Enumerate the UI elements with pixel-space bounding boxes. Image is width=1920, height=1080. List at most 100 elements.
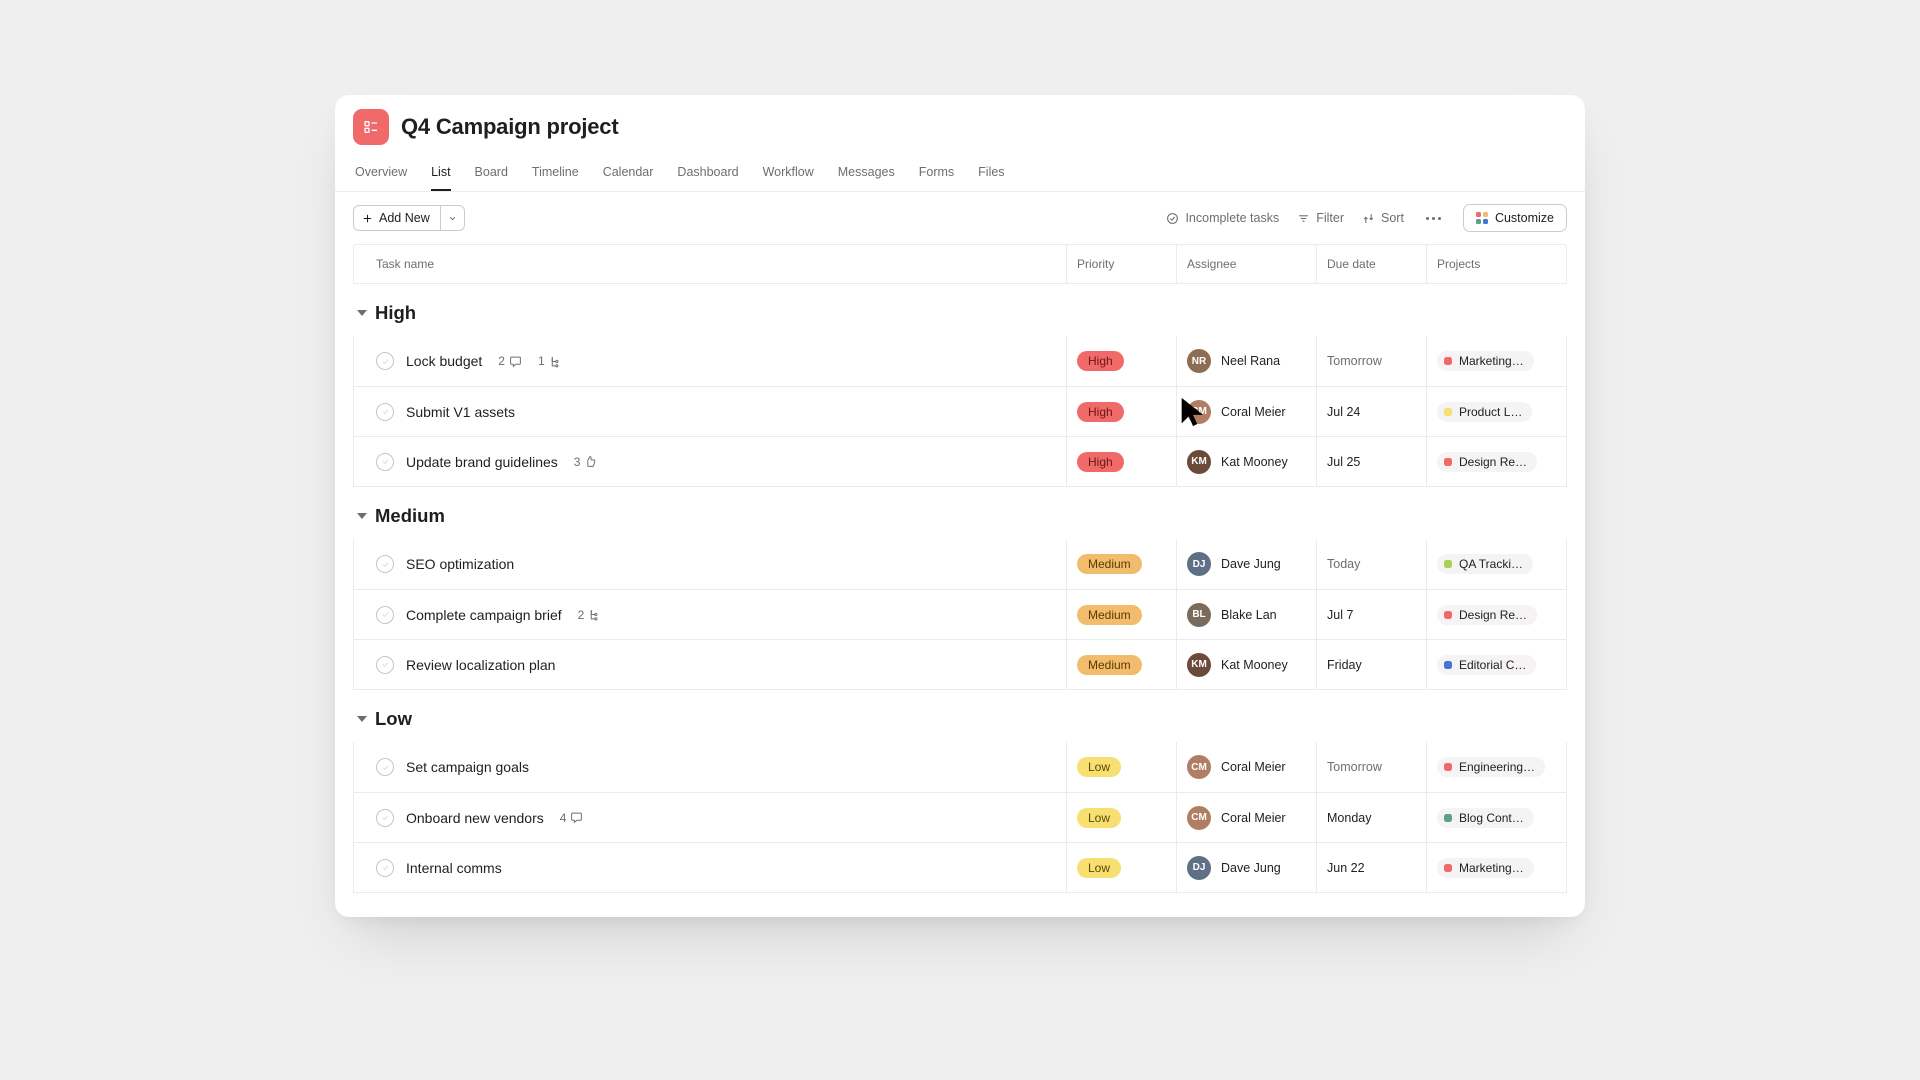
table-row[interactable]: Internal commsLowDJDave JungJun 22Market… [354, 842, 1566, 892]
project-chip[interactable]: Editorial C… [1437, 655, 1536, 675]
complete-checkbox[interactable] [376, 352, 394, 370]
project-chip[interactable]: Design Re… [1437, 605, 1537, 625]
chevron-down-icon [448, 214, 457, 223]
due-date[interactable]: Tomorrow [1316, 742, 1426, 792]
tab-files[interactable]: Files [978, 159, 1004, 191]
due-date[interactable]: Tomorrow [1316, 336, 1426, 386]
incomplete-tasks-filter[interactable]: Incomplete tasks [1166, 211, 1279, 225]
group-header-low[interactable]: Low [353, 690, 1567, 742]
priority-pill[interactable]: Low [1077, 757, 1121, 777]
avatar[interactable]: DJ [1187, 552, 1211, 576]
table-row[interactable]: SEO optimizationMediumDJDave JungTodayQA… [354, 539, 1566, 589]
assignee-name: Dave Jung [1221, 557, 1281, 571]
cursor-icon [1178, 395, 1208, 429]
priority-pill[interactable]: Medium [1077, 655, 1142, 675]
due-date[interactable]: Jun 22 [1316, 843, 1426, 892]
col-projects[interactable]: Projects [1426, 245, 1566, 283]
project-chip[interactable]: Marketing… [1437, 858, 1534, 878]
complete-checkbox[interactable] [376, 656, 394, 674]
complete-checkbox[interactable] [376, 453, 394, 471]
project-color-dot [1444, 458, 1452, 466]
tab-board[interactable]: Board [475, 159, 508, 191]
customize-button[interactable]: Customize [1463, 204, 1567, 232]
project-name: Marketing… [1459, 354, 1524, 368]
table-row[interactable]: Submit V1 assetsHighCMCoral MeierJul 24P… [354, 386, 1566, 436]
project-chip[interactable]: Blog Cont… [1437, 808, 1534, 828]
priority-pill[interactable]: Medium [1077, 605, 1142, 625]
tab-dashboard[interactable]: Dashboard [677, 159, 738, 191]
project-name: Engineering… [1459, 760, 1535, 774]
col-task[interactable]: Task name [354, 245, 1066, 283]
avatar[interactable]: CM [1187, 806, 1211, 830]
due-date[interactable]: Monday [1316, 793, 1426, 842]
project-chip[interactable]: QA Tracki… [1437, 554, 1533, 574]
col-due[interactable]: Due date [1316, 245, 1426, 283]
table-row[interactable]: Lock budget2 1 HighNRNeel RanaTomorrowMa… [354, 336, 1566, 386]
col-assignee[interactable]: Assignee [1176, 245, 1316, 283]
avatar[interactable]: KM [1187, 653, 1211, 677]
tab-calendar[interactable]: Calendar [603, 159, 654, 191]
task-name: Onboard new vendors [406, 810, 544, 826]
avatar[interactable]: CM [1187, 755, 1211, 779]
complete-checkbox[interactable] [376, 606, 394, 624]
tab-timeline[interactable]: Timeline [532, 159, 579, 191]
complete-checkbox[interactable] [376, 758, 394, 776]
group-name: Low [375, 708, 412, 730]
complete-checkbox[interactable] [376, 555, 394, 573]
add-new-button[interactable]: Add New [353, 205, 441, 231]
more-menu-icon[interactable] [1422, 213, 1445, 224]
complete-checkbox[interactable] [376, 809, 394, 827]
table-row[interactable]: Review localization planMediumKMKat Moon… [354, 639, 1566, 689]
project-name: Marketing… [1459, 861, 1524, 875]
priority-pill[interactable]: Medium [1077, 554, 1142, 574]
app-window: Q4 Campaign project OverviewListBoardTim… [335, 95, 1585, 917]
tab-forms[interactable]: Forms [919, 159, 954, 191]
group-header-medium[interactable]: Medium [353, 487, 1567, 539]
task-name: Review localization plan [406, 657, 555, 673]
due-date[interactable]: Jul 25 [1316, 437, 1426, 486]
subtask-count: 2 [578, 608, 602, 622]
group-header-high[interactable]: High [353, 284, 1567, 336]
project-icon[interactable] [353, 109, 389, 145]
priority-pill[interactable]: Low [1077, 858, 1121, 878]
due-date[interactable]: Today [1316, 539, 1426, 589]
due-date[interactable]: Friday [1316, 640, 1426, 689]
table-row[interactable]: Update brand guidelines3 HighKMKat Moone… [354, 436, 1566, 486]
tab-workflow[interactable]: Workflow [763, 159, 814, 191]
tab-messages[interactable]: Messages [838, 159, 895, 191]
due-date[interactable]: Jul 7 [1316, 590, 1426, 639]
tab-overview[interactable]: Overview [355, 159, 407, 191]
avatar[interactable]: BL [1187, 603, 1211, 627]
table-header: Task name Priority Assignee Due date Pro… [353, 244, 1567, 284]
task-name: Set campaign goals [406, 759, 529, 775]
col-priority[interactable]: Priority [1066, 245, 1176, 283]
sort-button[interactable]: Sort [1362, 211, 1404, 225]
like-count: 3 [574, 455, 598, 469]
project-chip[interactable]: Marketing… [1437, 351, 1534, 371]
project-name: Product L… [1459, 405, 1522, 419]
priority-pill[interactable]: High [1077, 351, 1124, 371]
avatar[interactable]: KM [1187, 450, 1211, 474]
customize-icon [1476, 212, 1488, 224]
due-date[interactable]: Jul 24 [1316, 387, 1426, 436]
avatar[interactable]: NR [1187, 349, 1211, 373]
table-row[interactable]: Onboard new vendors4 LowCMCoral MeierMon… [354, 792, 1566, 842]
add-new-dropdown[interactable] [441, 205, 465, 231]
complete-checkbox[interactable] [376, 859, 394, 877]
tab-list[interactable]: List [431, 159, 450, 191]
project-chip[interactable]: Design Re… [1437, 452, 1537, 472]
table-row[interactable]: Set campaign goalsLowCMCoral MeierTomorr… [354, 742, 1566, 792]
priority-pill[interactable]: Low [1077, 808, 1121, 828]
project-name: Editorial C… [1459, 658, 1526, 672]
project-color-dot [1444, 611, 1452, 619]
table-row[interactable]: Complete campaign brief2 MediumBLBlake L… [354, 589, 1566, 639]
priority-pill[interactable]: High [1077, 452, 1124, 472]
project-chip[interactable]: Product L… [1437, 402, 1532, 422]
priority-pill[interactable]: High [1077, 402, 1124, 422]
tabs: Overview List Board Timeline Calendar Dashboa… [353, 159, 1567, 191]
filter-button[interactable]: Filter [1297, 211, 1344, 225]
subtask-count: 1 [538, 354, 562, 368]
project-chip[interactable]: Engineering… [1437, 757, 1545, 777]
avatar[interactable]: DJ [1187, 856, 1211, 880]
complete-checkbox[interactable] [376, 403, 394, 421]
